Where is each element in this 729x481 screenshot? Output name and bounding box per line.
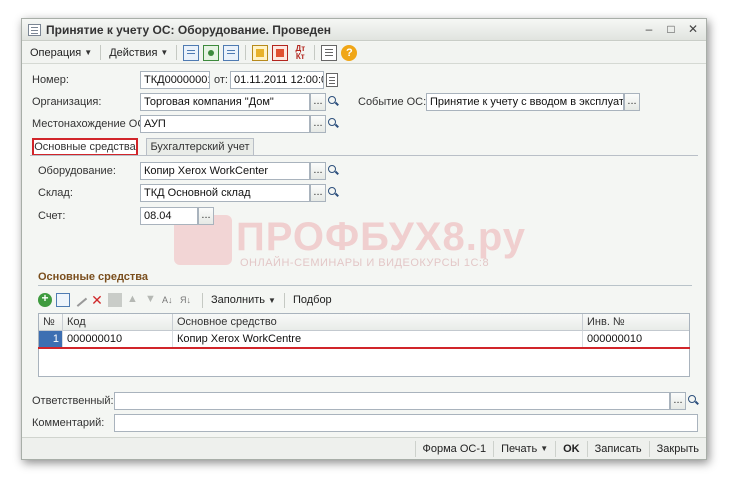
chevron-down-icon: ▼ bbox=[268, 295, 276, 305]
copy-row-icon[interactable] bbox=[56, 293, 70, 307]
actions-menu-label: Действия bbox=[109, 46, 158, 59]
toolbar-separator bbox=[100, 45, 102, 60]
account-label: Счет: bbox=[38, 210, 66, 222]
window-controls: – □ ✕ bbox=[642, 22, 700, 36]
organization-label: Организация: bbox=[32, 96, 102, 108]
table-header: № Код Основное средство Инв. № bbox=[39, 314, 689, 331]
footer-bar: Форма ОС-1 Печать ▼ OK Записать Закрыть bbox=[22, 437, 706, 459]
chevron-down-icon: ▼ bbox=[84, 48, 93, 57]
copy-doc-icon[interactable] bbox=[223, 44, 240, 61]
section-title: Основные средства bbox=[38, 271, 149, 283]
fill-button[interactable]: Заполнить ▼ bbox=[211, 294, 276, 306]
location-label: Местонахождение ОС: bbox=[32, 118, 149, 130]
comment-field[interactable] bbox=[114, 414, 698, 432]
select-button[interactable]: ... bbox=[624, 93, 640, 111]
search-icon[interactable] bbox=[326, 115, 340, 133]
location-field[interactable]: АУП bbox=[140, 115, 310, 133]
print-button-label: Печать bbox=[501, 442, 538, 455]
assets-table: № Код Основное средство Инв. № 1 0000000… bbox=[38, 313, 690, 377]
warehouse-field[interactable]: ТКД Основной склад bbox=[140, 184, 310, 202]
select-button[interactable]: ... bbox=[310, 184, 326, 202]
help-icon[interactable]: ? bbox=[341, 44, 358, 61]
search-icon[interactable] bbox=[686, 392, 700, 410]
select-button[interactable]: ... bbox=[198, 207, 214, 225]
chevron-down-icon: ▼ bbox=[540, 443, 549, 453]
number-label: Номер: bbox=[32, 74, 69, 86]
watermark-subtext: ОНЛАЙН-СЕМИНАРЫ И ВИДЕОКУРСЫ 1С:8 bbox=[240, 257, 490, 269]
event-label: Событие ОС: bbox=[358, 96, 427, 108]
event-field[interactable]: Принятие к учету с вводом в эксплуатаци bbox=[426, 93, 624, 111]
document-icon bbox=[28, 24, 41, 36]
toolbar-separator bbox=[314, 45, 316, 60]
date-field[interactable]: 01.11.2011 12:00:01 bbox=[230, 71, 324, 89]
responsible-label: Ответственный: bbox=[32, 395, 114, 407]
toolbar-separator bbox=[202, 292, 203, 308]
sort-asc-icon[interactable]: A↓ bbox=[162, 293, 176, 307]
dt-kt-icon[interactable]: Дт Кт bbox=[292, 44, 308, 61]
structure-icon[interactable] bbox=[321, 44, 338, 61]
toolbar-separator bbox=[283, 292, 285, 308]
close-button[interactable]: ✕ bbox=[686, 22, 700, 36]
form-os1-button[interactable]: Форма ОС-1 bbox=[414, 440, 494, 457]
unpost-icon[interactable] bbox=[272, 44, 289, 61]
maximize-button[interactable]: □ bbox=[664, 22, 678, 36]
chevron-down-icon: ▼ bbox=[160, 48, 169, 57]
edit-icon[interactable] bbox=[72, 293, 88, 307]
select-button[interactable]: ... bbox=[670, 392, 686, 410]
select-button[interactable]: ... bbox=[310, 93, 326, 111]
goto-icon[interactable] bbox=[203, 44, 220, 61]
highlight-underline bbox=[38, 347, 690, 349]
toolbar-separator bbox=[245, 45, 247, 60]
move-down-icon[interactable] bbox=[144, 293, 158, 307]
watermark-text: ПРОФБУХ8.ру bbox=[236, 215, 526, 259]
fill-button-label: Заполнить bbox=[211, 294, 266, 306]
move-up-icon[interactable] bbox=[126, 293, 140, 307]
comment-label: Комментарий: bbox=[32, 417, 105, 429]
document-window: Принятие к учету ОС: Оборудование. Прове… bbox=[21, 18, 707, 460]
warehouse-label: Склад: bbox=[38, 187, 73, 199]
column-header[interactable]: Основное средство bbox=[173, 314, 583, 331]
search-icon[interactable] bbox=[326, 93, 340, 111]
print-button[interactable]: Печать ▼ bbox=[493, 440, 555, 457]
delete-icon[interactable]: ✕ bbox=[90, 293, 104, 307]
table-toolbar: ✕ A↓ Я↓ Заполнить ▼ Подбор bbox=[38, 291, 332, 309]
organization-field[interactable]: Торговая компания "Дом" bbox=[140, 93, 310, 111]
window-title: Принятие к учету ОС: Оборудование. Прове… bbox=[46, 23, 331, 37]
number-field[interactable]: ТКД00000001 bbox=[140, 71, 210, 89]
tab-fixed-assets[interactable]: Основные средства bbox=[32, 138, 138, 156]
tab-accounting[interactable]: Бухгалтерский учет bbox=[146, 138, 254, 156]
operation-menu-label: Операция bbox=[30, 46, 82, 59]
document-icon[interactable] bbox=[183, 44, 200, 61]
column-header[interactable]: Инв. № bbox=[583, 314, 689, 331]
date-label: от: bbox=[214, 74, 228, 86]
select-items-button[interactable]: Подбор bbox=[293, 294, 332, 306]
end-edit-icon[interactable] bbox=[108, 293, 122, 307]
equipment-label: Оборудование: bbox=[38, 165, 116, 177]
minimize-button[interactable]: – bbox=[642, 22, 656, 36]
add-row-icon[interactable] bbox=[38, 291, 52, 307]
close-form-button[interactable]: Закрыть bbox=[648, 440, 706, 457]
post-icon[interactable] bbox=[252, 44, 269, 61]
column-header[interactable]: № bbox=[39, 314, 63, 331]
account-field[interactable]: 08.04 bbox=[140, 207, 198, 225]
main-toolbar: Операция ▼ Действия ▼ Дт Кт ? bbox=[22, 42, 706, 64]
save-button[interactable]: Записать bbox=[586, 440, 649, 457]
equipment-field[interactable]: Копир Xerox WorkCenter bbox=[140, 162, 310, 180]
search-icon[interactable] bbox=[326, 184, 340, 202]
select-button[interactable]: ... bbox=[310, 115, 326, 133]
toolbar-separator bbox=[176, 45, 178, 60]
select-button[interactable]: ... bbox=[310, 162, 326, 180]
calendar-icon[interactable] bbox=[326, 73, 338, 87]
operation-menu[interactable]: Операция ▼ bbox=[26, 47, 96, 59]
ok-button[interactable]: OK bbox=[555, 440, 587, 457]
search-icon[interactable] bbox=[326, 162, 340, 180]
actions-menu[interactable]: Действия ▼ bbox=[105, 47, 172, 59]
responsible-field[interactable] bbox=[114, 392, 670, 410]
sort-desc-icon[interactable]: Я↓ bbox=[180, 293, 194, 307]
column-header[interactable]: Код bbox=[63, 314, 173, 331]
section-divider bbox=[38, 285, 692, 286]
title-bar: Принятие к учету ОС: Оборудование. Прове… bbox=[22, 19, 706, 41]
